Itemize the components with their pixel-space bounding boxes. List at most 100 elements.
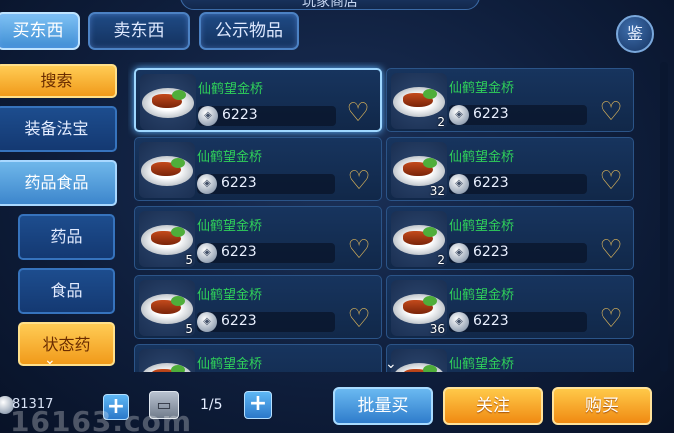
favorite-heart-icon[interactable]: ♡ — [597, 99, 625, 127]
menu-scroll-down-icon[interactable]: ⌄ — [44, 352, 56, 368]
item-icon: 5 — [139, 211, 195, 267]
item-quantity: 2 — [437, 253, 445, 267]
item-icon — [139, 349, 195, 372]
tab-sell[interactable]: 卖东西 — [88, 12, 190, 50]
item-card[interactable]: 5 仙鹤望金桥 ◈ 6223 ♡ — [134, 206, 382, 270]
item-name: 仙鹤望金桥 — [198, 82, 264, 97]
item-name: 仙鹤望金桥 — [449, 81, 515, 96]
item-name: 仙鹤望金桥 — [197, 219, 263, 234]
bulk-buy-button[interactable]: 批量买 — [333, 387, 433, 425]
garnish-icon — [423, 158, 437, 168]
favorite-heart-icon[interactable]: ♡ — [344, 100, 372, 128]
garnish-icon — [423, 365, 437, 372]
item-quantity: 2 — [437, 115, 445, 129]
item-price: 6223 — [473, 313, 509, 329]
price-bar: ◈ 6223 — [449, 243, 587, 263]
item-grid: 仙鹤望金桥 ◈ 6223 ♡ 2 仙鹤望金桥 ◈ 6223 ♡ 仙鹤望金桥 ◈ 6223 ♡ 32 仙鹤望金… — [128, 62, 656, 372]
price-bar: ◈ 6223 — [449, 174, 587, 194]
silver-coin-icon: ◈ — [449, 243, 469, 263]
silver-coin-icon: ◈ — [197, 312, 217, 332]
price-bar: ◈ 6223 — [449, 105, 587, 125]
item-quantity: 32 — [429, 184, 445, 198]
silver-coin-icon: ◈ — [197, 243, 217, 263]
item-price: 6223 — [221, 175, 257, 191]
garnish-icon — [171, 227, 185, 237]
item-card[interactable]: 32 仙鹤望金桥 ◈ 6223 ♡ — [386, 137, 634, 201]
favorite-heart-icon[interactable]: ♡ — [597, 168, 625, 196]
item-quantity: 5 — [185, 322, 193, 336]
silver-coin-icon: ◈ — [449, 174, 469, 194]
favorite-heart-icon[interactable]: ♡ — [345, 168, 373, 196]
buy-button[interactable]: 购买 — [552, 387, 652, 425]
favorite-heart-icon[interactable]: ♡ — [597, 237, 625, 265]
window-title: 玩家商店 — [302, 0, 358, 10]
menu-status-medicine[interactable]: 状态药 — [18, 322, 115, 366]
item-icon — [139, 142, 195, 198]
garnish-icon — [172, 90, 186, 100]
item-name: 仙鹤望金桥 — [197, 150, 263, 165]
item-icon: 36 — [391, 280, 447, 336]
price-bar: ◈ 6223 — [449, 312, 587, 332]
item-name: 仙鹤望金桥 — [449, 150, 515, 165]
window-title-bar: 玩家商店 — [180, 0, 480, 10]
item-quantity: 36 — [429, 322, 445, 336]
item-price: 6223 — [473, 244, 509, 260]
menu-food[interactable]: 食品 — [18, 268, 115, 314]
item-price: 6223 — [222, 107, 258, 123]
shop-window: 玩家商店 买东西 卖东西 公示物品 鉴 搜索 装备法宝 药品食品 药品 食品 状… — [0, 0, 674, 433]
garnish-icon — [423, 296, 437, 306]
menu-medicine[interactable]: 药品 — [18, 214, 115, 260]
appraise-button[interactable]: 鉴 — [616, 15, 654, 53]
item-price: 6223 — [221, 313, 257, 329]
item-card[interactable]: 仙鹤望金桥 ◈ 6223 ♡ — [134, 137, 382, 201]
item-name: 仙鹤望金桥 — [449, 357, 515, 372]
next-page-button[interactable]: + — [244, 391, 272, 419]
item-icon: 2 — [391, 73, 447, 129]
item-price: 6223 — [473, 175, 509, 191]
item-card[interactable]: 36 仙鹤望金桥 ◈ 6223 ♡ — [386, 275, 634, 339]
favorite-heart-icon[interactable]: ♡ — [345, 237, 373, 265]
item-card[interactable]: 仙鹤望金桥 ◈ 6223 ♡ — [134, 68, 382, 132]
item-icon: 5 — [139, 280, 195, 336]
silver-coin-icon: ◈ — [449, 105, 469, 125]
menu-equipment[interactable]: 装备法宝 — [0, 106, 117, 152]
garnish-icon — [423, 227, 437, 237]
item-quantity: 5 — [185, 253, 193, 267]
price-bar: ◈ 6223 — [197, 174, 335, 194]
item-name: 仙鹤望金桥 — [449, 288, 515, 303]
silver-coin-icon: ◈ — [198, 106, 218, 126]
search-button[interactable]: 搜索 — [0, 64, 117, 98]
page-indicator: 1/5 — [200, 397, 223, 413]
grid-scrollbar[interactable] — [660, 62, 668, 372]
price-bar: ◈ 6223 — [197, 312, 335, 332]
item-price: 6223 — [473, 106, 509, 122]
silver-coin-icon: ◈ — [449, 312, 469, 332]
silver-coin-icon: ◈ — [197, 174, 217, 194]
grid-scroll-down-icon[interactable]: ⌄ — [385, 356, 397, 372]
favorite-heart-icon[interactable]: ♡ — [345, 306, 373, 334]
garnish-icon — [171, 158, 185, 168]
menu-medicine-food[interactable]: 药品食品 — [0, 160, 117, 206]
item-icon: 32 — [391, 142, 447, 198]
item-name: 仙鹤望金桥 — [449, 219, 515, 234]
item-icon: 2 — [391, 211, 447, 267]
item-card[interactable]: 仙鹤望金桥 — [386, 344, 634, 372]
follow-button[interactable]: 关注 — [443, 387, 543, 425]
item-name: 仙鹤望金桥 — [197, 357, 263, 372]
tab-public-items[interactable]: 公示物品 — [199, 12, 299, 50]
price-bar: ◈ 6223 — [197, 243, 335, 263]
item-card[interactable]: 2 仙鹤望金桥 ◈ 6223 ♡ — [386, 68, 634, 132]
item-card[interactable]: 2 仙鹤望金桥 ◈ 6223 ♡ — [386, 206, 634, 270]
garnish-icon — [171, 296, 185, 306]
favorite-heart-icon[interactable]: ♡ — [597, 306, 625, 334]
tab-buy[interactable]: 买东西 — [0, 12, 80, 50]
item-name: 仙鹤望金桥 — [197, 288, 263, 303]
item-card[interactable]: 5 仙鹤望金桥 ◈ 6223 ♡ — [134, 275, 382, 339]
item-price: 6223 — [221, 244, 257, 260]
garnish-icon — [423, 89, 437, 99]
item-card[interactable]: 仙鹤望金桥 — [134, 344, 382, 372]
watermark-logo: 16163.com — [10, 405, 193, 433]
item-icon — [140, 74, 196, 130]
item-icon — [391, 349, 447, 372]
garnish-icon — [171, 365, 185, 372]
